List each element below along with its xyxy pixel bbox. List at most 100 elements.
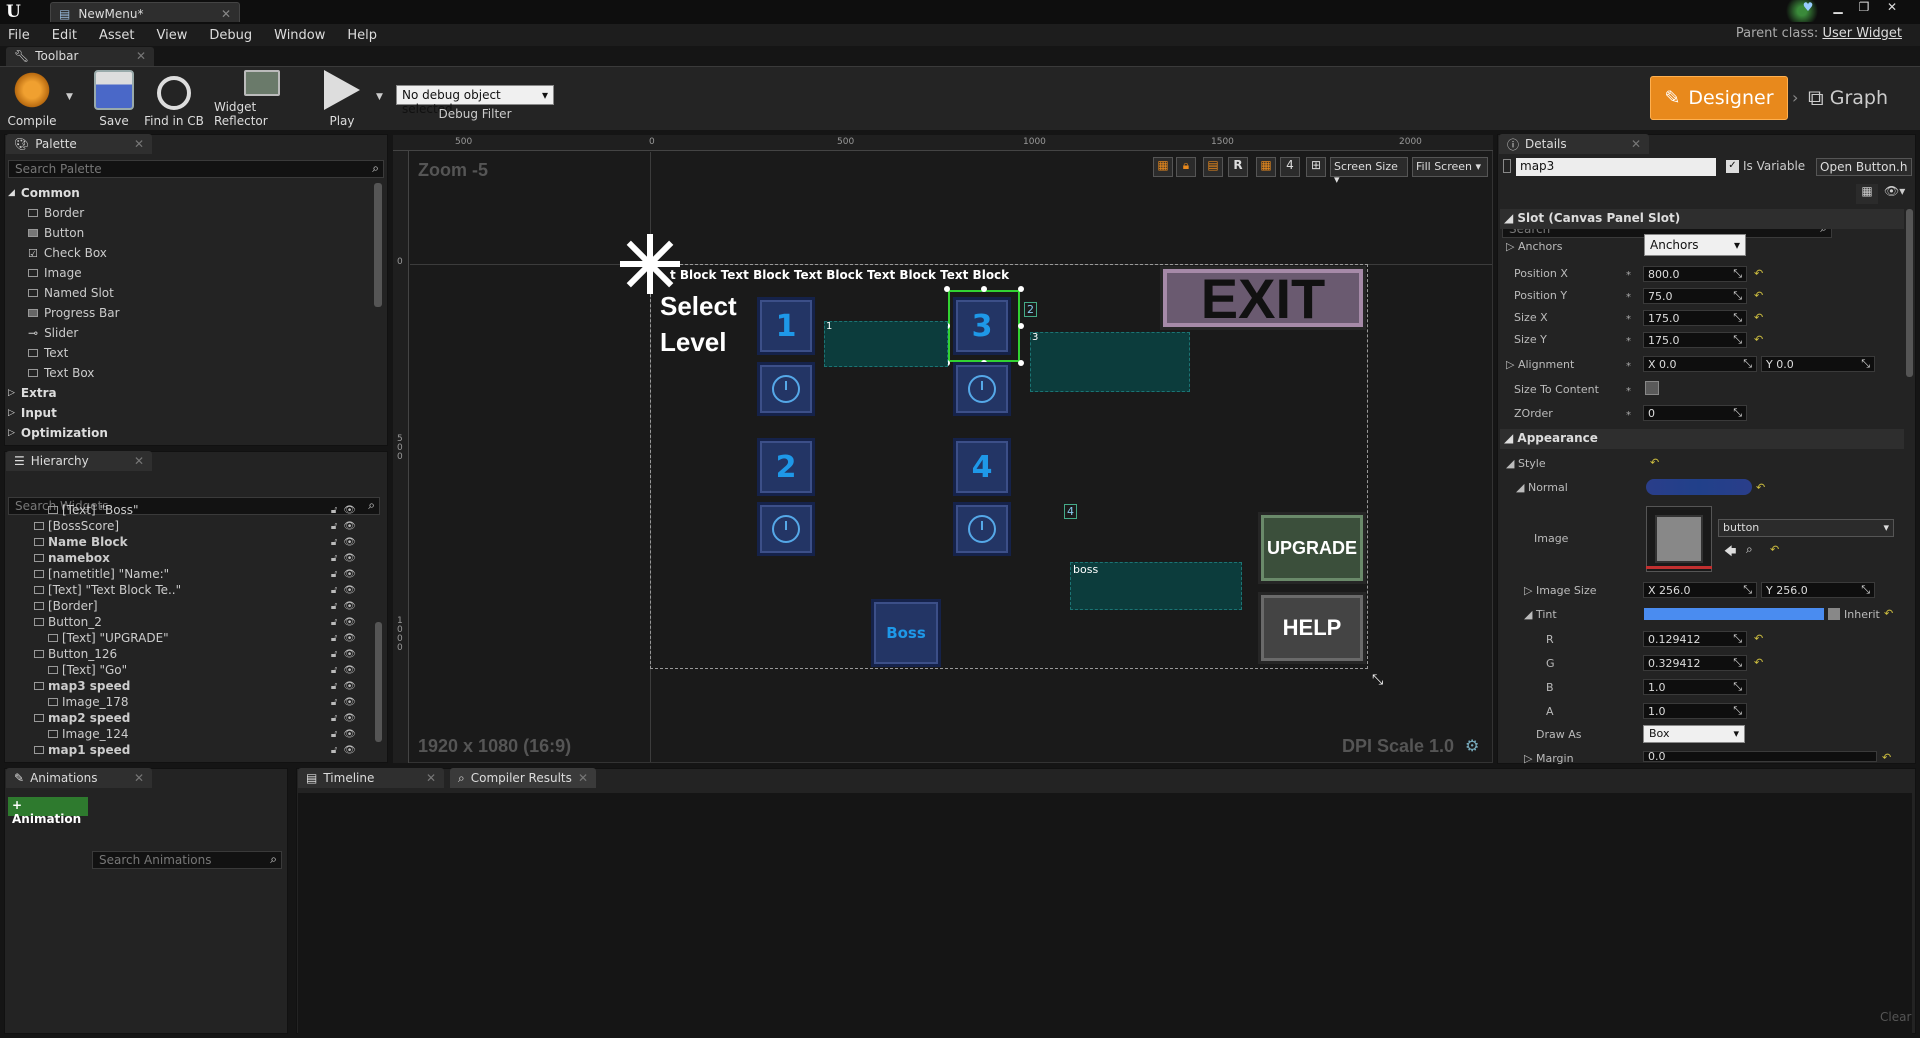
upgrade-button[interactable]: UPGRADE [1258, 512, 1366, 584]
lock-visibility-icon[interactable]: 🔓︎👁︎ [331, 521, 362, 532]
lock-visibility-icon[interactable]: 🔓︎👁︎ [331, 585, 362, 596]
map1-score-box[interactable] [824, 321, 948, 367]
play-button[interactable]: Play [318, 70, 366, 128]
minimize-icon[interactable]: ▁ [1826, 0, 1850, 16]
document-tab[interactable]: ▤ NewMenu* ✕ [50, 2, 240, 22]
widget-reflector-button[interactable]: Widget Reflector [214, 70, 310, 128]
palette-item-progress-bar[interactable]: Progress Bar [8, 303, 372, 323]
palette-item-named-slot[interactable]: Named Slot [8, 283, 372, 303]
hierarchy-item[interactable]: [BossScore] 🔓︎👁︎ [8, 518, 380, 534]
close-tab-icon[interactable]: ✕ [221, 7, 231, 21]
palette-item-check-box[interactable]: ☑ Check Box [8, 243, 372, 263]
compile-options-icon[interactable]: ▼ [66, 92, 73, 102]
close-tab-icon[interactable]: ✕ [134, 771, 144, 785]
map4-speed-button[interactable] [953, 502, 1011, 556]
reset-arrow-icon[interactable]: ↶ [1754, 267, 1763, 280]
hierarchy-item[interactable]: Button_2 🔓︎👁︎ [8, 614, 380, 630]
animations-tab[interactable]: ✎ Animations ✕ [6, 768, 152, 788]
timeline-tab[interactable]: ▤ Timeline ✕ [298, 768, 444, 788]
grid-size-button[interactable]: 4 [1280, 157, 1300, 177]
dpi-settings-gear-icon[interactable]: ⚙ [1465, 736, 1479, 755]
margin-field[interactable]: 0.0 [1643, 751, 1877, 762]
normal-brush-swatch[interactable] [1646, 479, 1752, 495]
tint-color-swatch[interactable] [1644, 608, 1824, 620]
image-thumbnail[interactable] [1646, 506, 1712, 572]
palette-scrollbar[interactable] [374, 183, 382, 307]
hierarchy-item[interactable]: [Text] "Go" 🔓︎👁︎ [8, 662, 380, 678]
lock-visibility-icon[interactable]: 🔓︎👁︎ [331, 713, 362, 724]
clear-button[interactable]: Clear [1880, 1010, 1911, 1024]
boss-button[interactable]: Boss [871, 599, 941, 667]
reset-arrow-icon[interactable]: ↶ [1754, 333, 1763, 346]
reset-arrow-icon[interactable]: ↶ [1754, 311, 1763, 324]
close-tab-icon[interactable]: ✕ [426, 771, 436, 785]
lock-visibility-icon[interactable]: 🔓︎👁︎ [331, 665, 362, 676]
alignment-y-field[interactable]: Y 0.0 ⤡ [1761, 356, 1875, 372]
selection-handle[interactable] [1018, 360, 1024, 366]
lock-visibility-icon[interactable]: 🔓︎👁︎ [331, 745, 362, 756]
reset-arrow-icon[interactable]: ↶ [1882, 751, 1891, 764]
hierarchy-item[interactable]: Image_178 🔓︎👁︎ [8, 694, 380, 710]
toolbar-tab[interactable]: 🔧︎ Toolbar ✕ [6, 47, 154, 66]
hierarchy-item[interactable]: Name Block 🔓︎👁︎ [8, 534, 380, 550]
property-value-field[interactable]: 75.0 ⤡ [1643, 288, 1747, 304]
close-tab-icon[interactable]: ✕ [1631, 137, 1641, 151]
hierarchy-item[interactable]: [Text] "UPGRADE" 🔓︎👁︎ [8, 630, 380, 646]
channel-value-field[interactable]: 1.0 ⤡ [1643, 679, 1747, 695]
browse-search-icon[interactable]: ⌕ [1746, 542, 1753, 557]
select-level-title[interactable]: Select Level [660, 288, 737, 360]
reset-arrow-icon[interactable]: ↶ [1754, 656, 1763, 669]
lock-visibility-icon[interactable]: 🔓︎👁︎ [331, 649, 362, 660]
zoom-to-fit-icon[interactable]: ⊞ [1306, 157, 1326, 177]
reset-arrow-icon[interactable]: ↶ [1754, 289, 1763, 302]
style-row-label[interactable]: ◢ Style [1506, 457, 1546, 470]
menu-help[interactable]: Help [347, 28, 377, 43]
palette-item-button[interactable]: Button [8, 223, 372, 243]
image-size-y-field[interactable]: Y 256.0 ⤡ [1761, 582, 1875, 598]
hierarchy-item[interactable]: [Text] "Text Block Te.." 🔓︎👁︎ [8, 582, 380, 598]
hierarchy-item[interactable]: [Text] "Boss" 🔓︎👁︎ [8, 502, 380, 518]
close-window-icon[interactable]: ✕ [1880, 0, 1904, 16]
property-value-field[interactable]: 175.0 ⤡ [1643, 332, 1747, 348]
channel-value-field[interactable]: 1.0 ⤡ [1643, 703, 1747, 719]
palette-item-image[interactable]: Image [8, 263, 372, 283]
reset-arrow-icon[interactable]: ↶ [1756, 481, 1765, 494]
help-button[interactable]: HELP [1258, 592, 1366, 664]
anchor-flower-icon[interactable] [620, 234, 680, 294]
lock-visibility-icon[interactable]: 🔓︎👁︎ [331, 681, 362, 692]
use-selected-arrow-icon[interactable]: 🡄 [1724, 542, 1736, 563]
animations-search-input[interactable]: Search Animations ⌕ [92, 851, 282, 869]
hierarchy-item[interactable]: [nametitle] "Name:" 🔓︎👁︎ [8, 566, 380, 582]
size-to-content-checkbox[interactable] [1645, 381, 1659, 395]
graph-mode-button[interactable]: ⧉ Graph [1808, 76, 1914, 120]
selection-handle[interactable] [981, 286, 987, 292]
open-button-header-link[interactable]: Open Button.h [1816, 158, 1912, 176]
anchors-dropdown[interactable]: Anchors ▾ [1644, 234, 1746, 256]
reset-arrow-icon[interactable]: ↶ [1650, 456, 1659, 469]
menu-asset[interactable]: Asset [99, 28, 135, 43]
parent-class-link[interactable]: User Widget [1822, 26, 1902, 41]
play-options-icon[interactable]: ▼ [376, 92, 383, 102]
palette-category-input[interactable]: ▷ Input [8, 403, 372, 423]
widget-name-input[interactable]: map3 [1516, 158, 1716, 176]
compiler-results-tab[interactable]: ⌕ Compiler Results ✕ [450, 768, 596, 788]
compile-button[interactable]: Compile [6, 70, 58, 128]
screen-size-dropdown[interactable]: Screen Size ▾ [1330, 157, 1408, 186]
fill-screen-dropdown[interactable]: Fill Screen ▾ [1412, 157, 1488, 177]
debug-object-select[interactable]: No debug object selected ▾ [396, 85, 554, 116]
visibility-eye-icon[interactable]: 👁︎▾ [1884, 184, 1912, 204]
map3-score-box[interactable] [1030, 332, 1190, 392]
details-scrollbar[interactable] [1906, 209, 1913, 377]
palette-category-extra[interactable]: ▷ Extra [8, 383, 372, 403]
hierarchy-item[interactable]: map1 speed 🔓︎👁︎ [8, 742, 380, 758]
image-size-x-field[interactable]: X 256.0 ⤡ [1643, 582, 1757, 598]
save-button[interactable]: Save [92, 70, 136, 128]
draw-as-dropdown[interactable]: Box ▾ [1643, 725, 1745, 743]
map2-button[interactable]: 2 [757, 438, 815, 496]
close-tab-icon[interactable]: ✕ [136, 49, 146, 64]
notify-icon[interactable]: ♥ [1796, 0, 1820, 16]
find-in-cb-button[interactable]: Find in CB [144, 70, 204, 128]
outline-icon[interactable]: ▤ [1203, 157, 1223, 177]
close-tab-icon[interactable]: ✕ [578, 771, 588, 785]
respect-locks-button[interactable]: R [1228, 157, 1248, 177]
